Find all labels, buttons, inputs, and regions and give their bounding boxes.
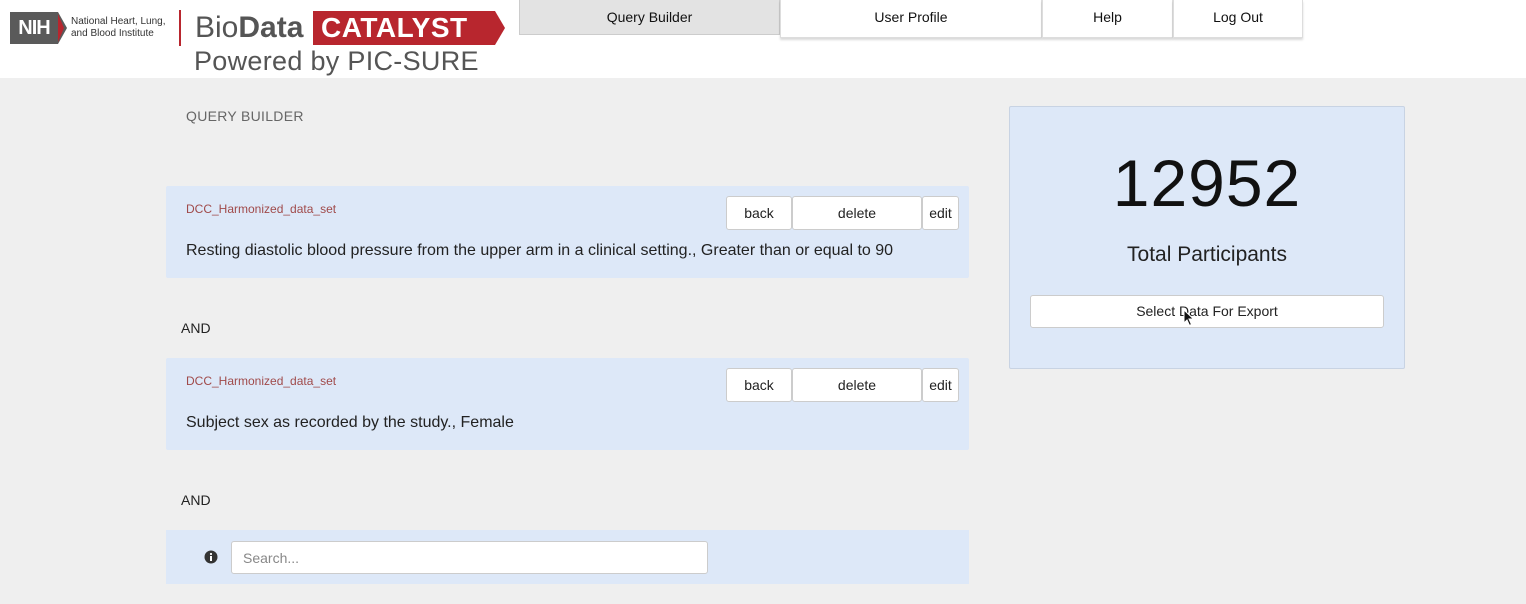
logo-divider bbox=[179, 10, 181, 46]
participant-count-label: Total Participants bbox=[1127, 243, 1287, 266]
and-operator: AND bbox=[181, 492, 211, 508]
brand-biodata: BioData bbox=[195, 10, 303, 46]
nih-logo-arrow-accent bbox=[58, 14, 64, 42]
search-input[interactable] bbox=[231, 541, 708, 574]
info-icon[interactable] bbox=[204, 550, 218, 564]
tab-user-profile[interactable]: User Profile bbox=[780, 0, 1042, 38]
powered-by-text: Powered by PIC-SURE bbox=[194, 46, 479, 76]
brand-catalyst-tip bbox=[495, 11, 505, 45]
mouse-cursor-icon bbox=[1183, 309, 1195, 327]
nih-logo: NIH bbox=[10, 12, 58, 44]
filter-description: Resting diastolic blood pressure from th… bbox=[186, 242, 894, 259]
filter-card: DCC_Harmonized_data_set back delete edit… bbox=[166, 358, 969, 450]
filter-source: DCC_Harmonized_data_set bbox=[186, 374, 337, 388]
results-panel: 12952 Total Participants Select Data For… bbox=[1009, 106, 1405, 369]
and-operator: AND bbox=[181, 320, 211, 336]
select-data-for-export-button[interactable]: Select Data For Export bbox=[1030, 295, 1384, 328]
top-bar: NIH National Heart, Lung, and Blood Inst… bbox=[0, 0, 1526, 78]
tab-query-builder[interactable]: Query Builder bbox=[519, 0, 780, 35]
back-button[interactable]: back bbox=[726, 368, 792, 402]
participant-count: 12952 bbox=[1112, 146, 1302, 220]
filter-card: DCC_Harmonized_data_set back delete edit… bbox=[166, 186, 969, 278]
brand-catalyst: CATALYST bbox=[313, 11, 495, 45]
filter-description: Subject sex as recorded by the study., F… bbox=[186, 414, 514, 431]
brand-bio-text: Bio bbox=[195, 11, 239, 44]
search-card bbox=[166, 530, 969, 584]
edit-button[interactable]: edit bbox=[922, 196, 959, 230]
edit-button[interactable]: edit bbox=[922, 368, 959, 402]
tab-log-out[interactable]: Log Out bbox=[1173, 0, 1303, 38]
tab-help[interactable]: Help bbox=[1042, 0, 1173, 38]
filter-source: DCC_Harmonized_data_set bbox=[186, 202, 337, 216]
back-button[interactable]: back bbox=[726, 196, 792, 230]
brand-data-text: Data bbox=[238, 11, 304, 44]
nih-institute-name: National Heart, Lung, and Blood Institut… bbox=[71, 16, 166, 39]
page-title: QUERY BUILDER bbox=[186, 108, 304, 124]
delete-button[interactable]: delete bbox=[792, 368, 922, 402]
delete-button[interactable]: delete bbox=[792, 196, 922, 230]
